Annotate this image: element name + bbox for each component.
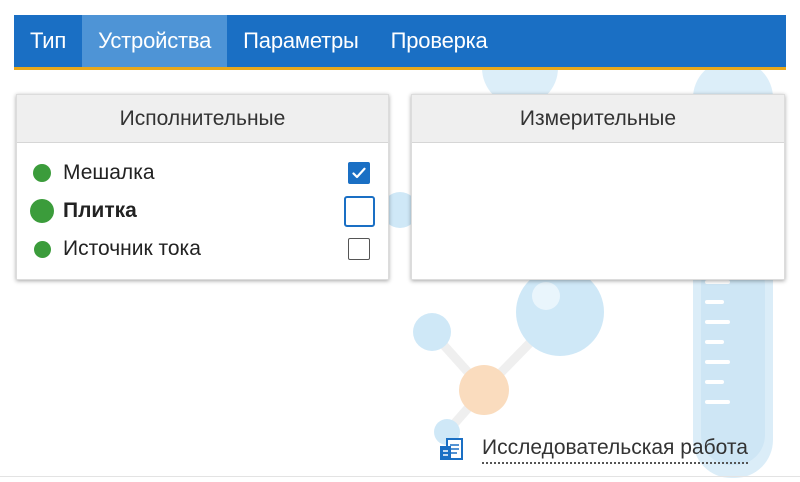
- tab-parameters[interactable]: Параметры: [227, 15, 374, 67]
- executive-panel-title: Исполнительные: [17, 95, 388, 143]
- measuring-devices-panel: Измерительные: [411, 94, 785, 280]
- device-checkbox-hotplate[interactable]: [344, 195, 375, 227]
- main-tab-bar: Тип Устройства Параметры Проверка: [14, 15, 786, 70]
- device-label: Плитка: [63, 199, 137, 222]
- status-dot-icon: [34, 240, 51, 258]
- device-checkbox-power-source[interactable]: [348, 238, 370, 260]
- measuring-device-list: [412, 143, 784, 154]
- device-item-stirrer[interactable]: Мешалка: [17, 154, 388, 192]
- device-checkbox-stirrer[interactable]: [348, 162, 370, 184]
- research-work-link[interactable]: Исследовательская работа: [482, 436, 748, 464]
- tab-devices[interactable]: Устройства: [82, 15, 228, 67]
- bottom-divider: [0, 476, 800, 477]
- status-dot-icon: [30, 199, 54, 223]
- research-work-link-group[interactable]: Исследовательская работа: [438, 433, 748, 467]
- status-dot-icon: [33, 164, 51, 182]
- checkmark-icon: [352, 167, 366, 179]
- tab-check[interactable]: Проверка: [375, 15, 504, 67]
- measuring-panel-title: Измерительные: [412, 95, 784, 143]
- report-icon: [440, 438, 463, 460]
- device-item-hotplate[interactable]: Плитка: [17, 192, 388, 230]
- device-item-power-source[interactable]: Источник тока: [17, 230, 388, 268]
- tab-type[interactable]: Тип: [14, 15, 82, 67]
- device-label: Источник тока: [63, 237, 201, 260]
- executive-device-list: Мешалка Плитка Источник тока: [17, 143, 388, 268]
- device-label: Мешалка: [63, 161, 155, 184]
- executive-devices-panel: Исполнительные Мешалка Плитка Источник т…: [16, 94, 389, 280]
